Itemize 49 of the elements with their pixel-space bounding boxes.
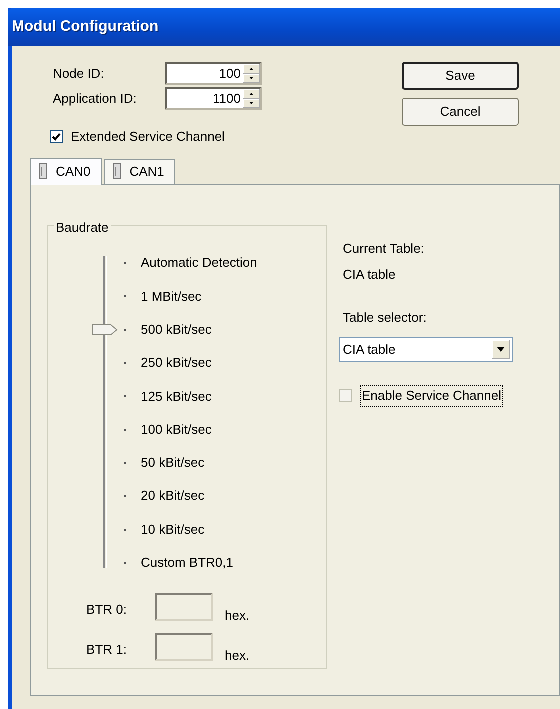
checkbox[interactable] [339, 389, 352, 402]
tick-mark [124, 495, 126, 498]
table-selector-dropdown[interactable]: CIA table [339, 337, 513, 362]
spin-box[interactable]: 100 [165, 62, 262, 85]
slider-option-label: 50 kBit/sec [141, 454, 205, 472]
slider-option-label: 20 kBit/sec [141, 487, 205, 506]
slider-option-label: 500 kBit/sec [141, 320, 212, 339]
table-selector-label: Table selector: [343, 308, 428, 326]
checkbox[interactable] [50, 130, 63, 144]
tick-mark [124, 428, 126, 431]
cancel-button[interactable]: Cancel [402, 98, 519, 126]
field-label: Application ID: [52, 90, 138, 108]
tick-mark [124, 562, 126, 564]
port-icon [39, 163, 48, 180]
btr-label: BTR 1: [86, 641, 128, 659]
port-icon [112, 163, 122, 180]
hex-input-field[interactable] [155, 633, 213, 661]
tick-mark [124, 462, 126, 464]
slider-option-label: Custom BTR0,1 [141, 554, 234, 572]
btr-label: BTR 0: [86, 600, 128, 618]
tick-mark [124, 295, 126, 298]
slider-thumb[interactable] [92, 324, 118, 336]
unit-label: hex. [225, 647, 250, 665]
current-table-label: Current Table: [343, 240, 426, 258]
slider-option-label: Automatic Detection [141, 254, 258, 272]
spin-up-icon[interactable] [243, 89, 260, 98]
hex-input-field[interactable] [155, 592, 213, 620]
slider-option-label: 1 MBit/sec [141, 288, 202, 306]
dropdown-arrow-icon [497, 347, 505, 352]
tick-mark [124, 395, 126, 398]
tick-mark [124, 528, 126, 531]
tick-mark [124, 362, 126, 364]
field-label: Node ID: [52, 64, 106, 83]
tick-mark [124, 262, 126, 264]
window-title: Modul Configuration [12, 16, 159, 37]
slider-option-label: 100 kBit/sec [141, 420, 212, 439]
tab[interactable]: CAN1 [104, 158, 176, 184]
tab[interactable]: CAN0 [30, 158, 102, 184]
spin-up-icon[interactable] [243, 64, 260, 74]
slider-option-label: 125 kBit/sec [141, 388, 212, 406]
slider-option-label: 10 kBit/sec [141, 520, 205, 539]
checkbox-label[interactable]: Extended Service Channel [71, 127, 225, 146]
unit-label: hex. [225, 606, 250, 624]
current-table-value: CIA table [343, 266, 397, 284]
tick-mark [124, 328, 126, 331]
spin-box[interactable]: 1100 [165, 87, 262, 110]
save-button[interactable]: Save [402, 62, 519, 90]
slider-option-label: 250 kBit/sec [141, 354, 212, 372]
checkbox-label[interactable]: Enable Service Channel [361, 386, 502, 406]
